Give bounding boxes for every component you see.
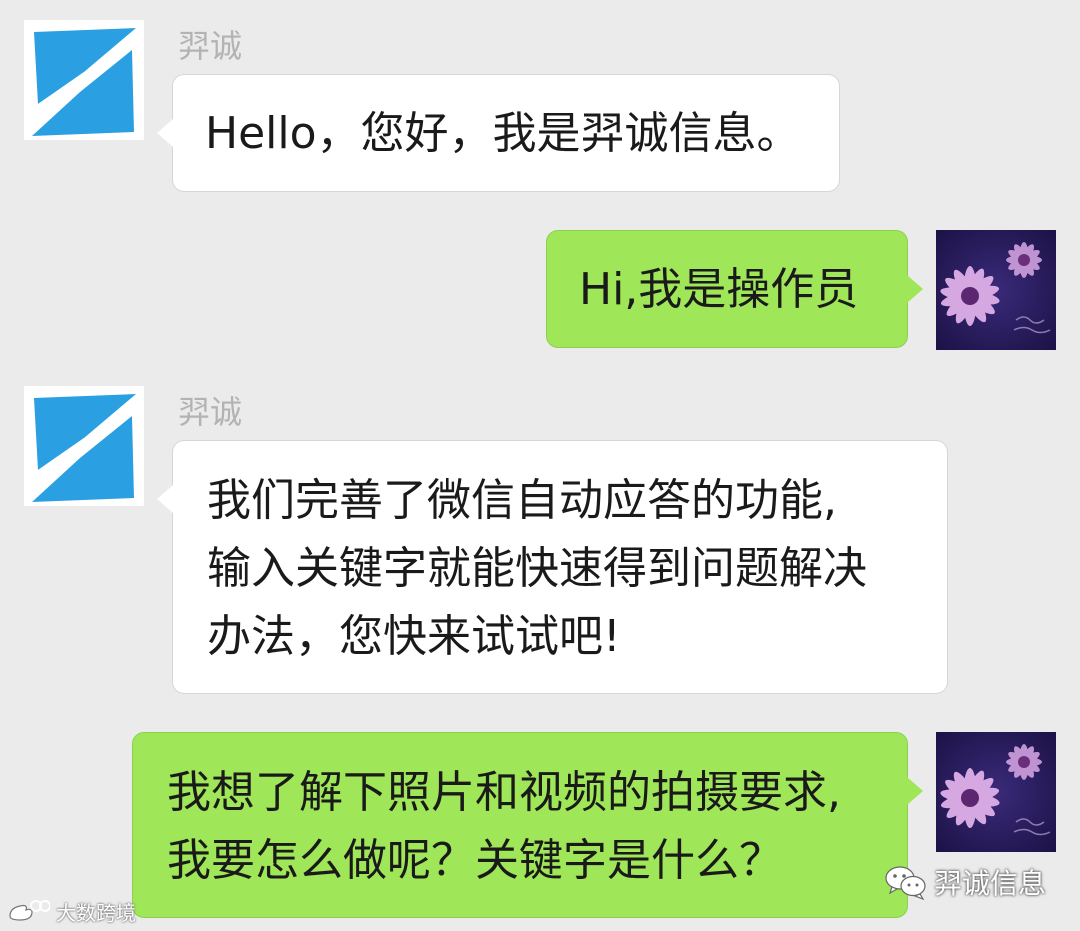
message-bubble-incoming[interactable]: 我们完善了微信自动应答的功能, 输入关键字就能快速得到问题解决 办法，您快来试试…	[157, 440, 948, 694]
message-text-line: 我要怎么做呢？关键字是什么？	[167, 835, 783, 886]
message-bubble-incoming[interactable]: Hello，您好，我是羿诚信息。	[157, 74, 840, 192]
message-bubble-outgoing[interactable]: Hi,我是操作员	[546, 230, 923, 348]
sender-name: 羿诚	[178, 27, 243, 65]
bubble-tail	[907, 275, 923, 303]
message-text-line: 输入关键字就能快速得到问题解决	[207, 543, 867, 594]
purple-flower-avatar	[936, 732, 1056, 852]
bubble-tail	[907, 777, 923, 805]
purple-flower-avatar	[936, 230, 1056, 350]
wechat-icon	[885, 866, 926, 900]
message-text-line: 我想了解下照片和视频的拍摄要求,	[167, 767, 841, 818]
brand-avatar[interactable]	[24, 20, 144, 140]
bubble-tail	[157, 485, 173, 513]
watermark-account-name: 羿诚信息	[934, 867, 1047, 900]
message-text: Hi,我是操作员	[579, 264, 859, 315]
watermark-source-name: 大数跨境	[56, 900, 136, 925]
brand-logo-icon	[24, 20, 144, 140]
message-text-line: 办法，您快来试试吧!	[207, 611, 621, 662]
weibo-icon	[9, 900, 50, 921]
bubble-tail	[157, 119, 173, 147]
message-text-line: 我们完善了微信自动应答的功能,	[207, 475, 837, 526]
user-avatar[interactable]	[936, 732, 1056, 852]
sender-name: 羿诚	[178, 393, 243, 431]
user-avatar[interactable]	[936, 230, 1056, 350]
message-text: Hello，您好，我是羿诚信息。	[205, 108, 801, 159]
message-bubble-outgoing[interactable]: 我想了解下照片和视频的拍摄要求, 我要怎么做呢？关键字是什么？	[132, 732, 923, 918]
brand-logo-icon	[24, 386, 144, 506]
weibo-watermark: 大数跨境	[6, 896, 136, 926]
wechat-watermark: 羿诚信息	[884, 862, 1046, 902]
brand-avatar[interactable]	[24, 386, 144, 506]
